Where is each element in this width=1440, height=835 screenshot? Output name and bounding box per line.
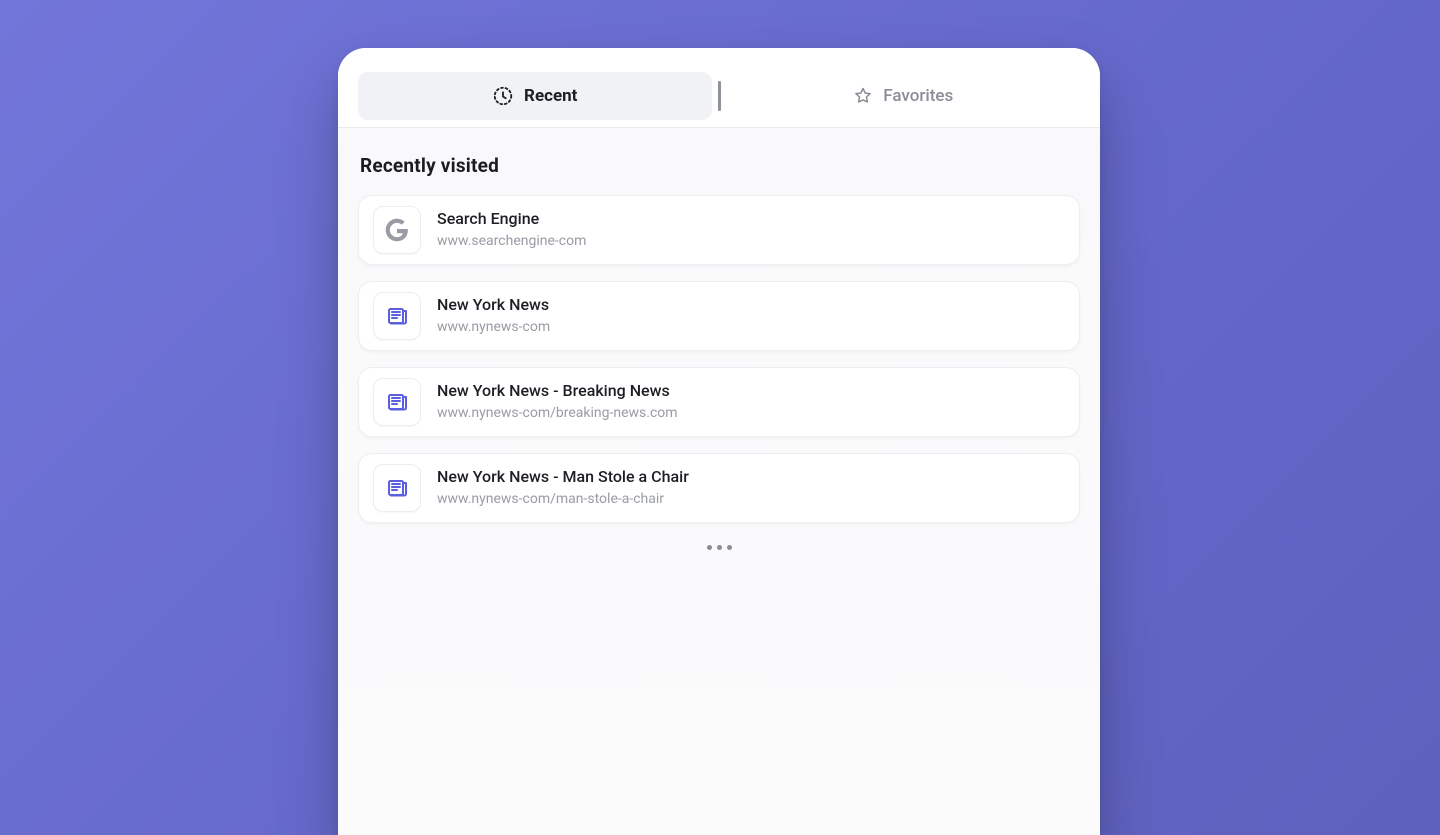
tab-favorites[interactable]: Favorites bbox=[727, 72, 1081, 120]
newspaper-icon bbox=[373, 464, 421, 512]
history-item-text: New York News - Man Stole a Chair www.ny… bbox=[437, 467, 689, 509]
tab-bar: Recent Favorites bbox=[338, 48, 1100, 128]
history-item[interactable]: New York News www.nynews-com bbox=[358, 281, 1080, 351]
history-icon bbox=[492, 85, 514, 107]
history-item-title: Search Engine bbox=[437, 209, 586, 230]
history-item-title: New York News bbox=[437, 295, 550, 316]
history-item[interactable]: Search Engine www.searchengine-com bbox=[358, 195, 1080, 265]
history-item-url: www.nynews-com/breaking-news.com bbox=[437, 404, 678, 424]
tab-divider bbox=[718, 81, 721, 111]
newspaper-icon bbox=[373, 378, 421, 426]
tab-recent[interactable]: Recent bbox=[358, 72, 712, 120]
history-item-title: New York News - Man Stole a Chair bbox=[437, 467, 689, 488]
history-item[interactable]: New York News - Breaking News www.nynews… bbox=[358, 367, 1080, 437]
history-list: Search Engine www.searchengine-com New Y… bbox=[358, 195, 1080, 523]
history-item-url: www.nynews-com/man-stole-a-chair bbox=[437, 490, 689, 510]
newspaper-icon bbox=[373, 292, 421, 340]
tab-recent-label: Recent bbox=[524, 86, 577, 106]
tab-favorites-label: Favorites bbox=[883, 86, 953, 106]
history-item-text: New York News www.nynews-com bbox=[437, 295, 550, 337]
content-area: Recently visited Search Engine www.searc… bbox=[338, 128, 1100, 835]
star-icon bbox=[853, 86, 873, 106]
history-item-text: Search Engine www.searchengine-com bbox=[437, 209, 586, 251]
history-panel: Recent Favorites Recently visited Search… bbox=[338, 48, 1100, 835]
section-title: Recently visited bbox=[360, 154, 1080, 177]
history-item-text: New York News - Breaking News www.nynews… bbox=[437, 381, 678, 423]
history-item[interactable]: New York News - Man Stole a Chair www.ny… bbox=[358, 453, 1080, 523]
more-button[interactable] bbox=[699, 545, 739, 550]
history-item-url: www.searchengine-com bbox=[437, 232, 586, 252]
google-icon bbox=[373, 206, 421, 254]
history-item-url: www.nynews-com bbox=[437, 318, 550, 338]
history-item-title: New York News - Breaking News bbox=[437, 381, 678, 402]
